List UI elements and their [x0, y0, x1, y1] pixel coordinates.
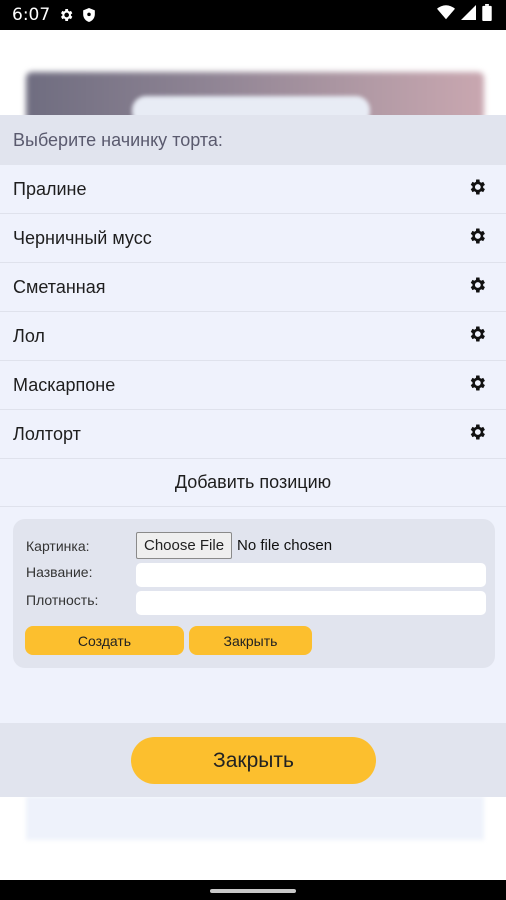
wifi-icon — [437, 5, 455, 25]
choose-file-button[interactable]: Choose File — [136, 532, 233, 559]
shield-icon — [82, 7, 96, 23]
image-row: Картинка: Choose File No file chosen — [26, 532, 332, 559]
background-footer — [26, 796, 484, 840]
status-bar: 6:07 — [0, 0, 506, 30]
image-label: Картинка: — [26, 537, 90, 554]
gear-icon[interactable] — [467, 275, 487, 300]
signal-icon — [461, 5, 476, 25]
gear-icon[interactable] — [467, 324, 487, 349]
close-button[interactable]: Закрыть — [131, 737, 376, 784]
navigation-bar — [0, 880, 506, 900]
file-status: No file chosen — [237, 537, 333, 554]
gear-icon[interactable] — [467, 226, 487, 251]
density-row: Плотность: — [26, 592, 136, 608]
modal-title: Выберите начинку торта: — [0, 115, 506, 165]
gear-icon[interactable] — [467, 422, 487, 447]
name-label: Название: — [26, 564, 93, 580]
list-item[interactable]: Лолторт — [0, 410, 506, 459]
gear-icon — [58, 7, 74, 23]
list-item[interactable]: Маскарпоне — [0, 361, 506, 410]
name-field[interactable] — [136, 563, 486, 587]
list-item[interactable]: Черничный мусс — [0, 214, 506, 263]
status-time: 6:07 — [12, 5, 51, 25]
gear-icon[interactable] — [467, 177, 487, 202]
list-item-label: Сметанная — [13, 276, 106, 297]
list-item-label: Пралине — [13, 178, 87, 199]
name-row: Название: — [26, 564, 136, 580]
battery-icon — [482, 4, 492, 26]
add-filling-form: Картинка: Choose File No file chosen Наз… — [13, 519, 495, 668]
density-label: Плотность: — [26, 592, 99, 608]
list-item-label: Лолторт — [13, 423, 81, 444]
gear-icon[interactable] — [467, 373, 487, 398]
density-field[interactable] — [136, 591, 486, 615]
filling-picker-modal: Выберите начинку торта: Пралине Черничны… — [0, 115, 506, 797]
home-gesture-handle[interactable] — [210, 889, 296, 893]
list-item-label: Маскарпоне — [13, 374, 116, 395]
list-item[interactable]: Сметанная — [0, 263, 506, 312]
form-close-button[interactable]: Закрыть — [189, 626, 312, 655]
create-button[interactable]: Создать — [25, 626, 184, 655]
list-item-label: Лол — [13, 325, 45, 346]
add-position-button[interactable]: Добавить позицию — [0, 459, 506, 507]
list-item[interactable]: Пралине — [0, 165, 506, 214]
list-item-label: Черничный мусс — [13, 227, 152, 248]
modal-footer: Закрыть — [0, 723, 506, 797]
list-item[interactable]: Лол — [0, 312, 506, 361]
